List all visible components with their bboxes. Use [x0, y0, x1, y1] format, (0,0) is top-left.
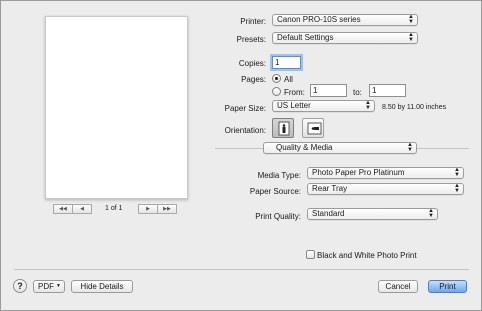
first-page-button[interactable]: ◀◀ — [53, 204, 73, 214]
print-quality-label: Print Quality: — [255, 212, 301, 221]
printer-label: Printer: — [240, 17, 266, 26]
copies-field[interactable]: 1 — [272, 56, 301, 69]
bw-photo-label: Black and White Photo Print — [317, 251, 417, 260]
previous-page-icon: ◀ — [80, 206, 84, 212]
popup-arrows-icon: ▲ ▼ — [408, 14, 414, 25]
popup-arrows-icon: ▲ ▼ — [428, 208, 434, 219]
page-indicator: 1 of 1 — [105, 205, 123, 212]
print-dialog: ◀◀ ◀ 1 of 1 ▶ ▶▶ Printer: Canon PRO-10S … — [0, 0, 482, 311]
popup-arrows-icon: ▲ ▼ — [408, 32, 414, 43]
next-page-button[interactable]: ▶ — [138, 204, 158, 214]
popup-arrows-icon: ▲ ▼ — [454, 167, 460, 178]
landscape-orientation-button[interactable] — [302, 118, 324, 138]
bw-photo-checkbox[interactable] — [306, 250, 315, 259]
media-type-label: Media Type: — [257, 171, 301, 180]
pages-from-label: From: — [284, 88, 305, 97]
print-quality-value: Standard — [312, 209, 345, 218]
popup-arrows-icon: ▲ ▼ — [365, 100, 371, 111]
pages-to-label: to: — [353, 88, 362, 97]
orientation-label: Orientation: — [224, 126, 266, 135]
presets-label: Presets: — [236, 35, 266, 44]
paper-source-value: Rear Tray — [312, 184, 348, 193]
panel-menu-popup[interactable]: Quality & Media ▲ ▼ — [263, 142, 417, 154]
paper-size-value: US Letter — [277, 101, 311, 110]
dropdown-arrow-icon: ▼ — [56, 283, 61, 289]
previous-page-button[interactable]: ◀ — [72, 204, 92, 214]
pdf-menu-button[interactable]: PDF ▼ — [33, 280, 65, 293]
pages-label: Pages: — [241, 75, 266, 84]
paper-source-label: Paper Source: — [249, 187, 301, 196]
portrait-orientation-button[interactable] — [272, 118, 294, 138]
landscape-icon — [307, 122, 322, 135]
copies-label: Copies: — [238, 59, 266, 68]
print-quality-popup[interactable]: Standard ▲ ▼ — [307, 208, 438, 220]
cancel-button[interactable]: Cancel — [378, 280, 418, 293]
last-page-icon: ▶▶ — [163, 206, 171, 212]
printer-popup[interactable]: Canon PRO-10S series ▲ ▼ — [272, 14, 418, 26]
paper-source-popup[interactable]: Rear Tray ▲ ▼ — [307, 183, 464, 195]
print-button[interactable]: Print — [428, 280, 467, 293]
pages-from-field[interactable]: 1 — [310, 84, 347, 97]
last-page-button[interactable]: ▶▶ — [157, 204, 177, 214]
page-preview — [45, 16, 188, 199]
popup-arrows-icon: ▲ ▼ — [454, 183, 460, 194]
pages-all-radio[interactable] — [272, 74, 281, 83]
paper-dimensions: 8.50 by 11.00 inches — [382, 104, 447, 111]
pdf-label: PDF — [38, 282, 54, 291]
pages-all-label: All — [284, 75, 293, 84]
pages-range-radio[interactable] — [272, 87, 281, 96]
hide-details-button[interactable]: Hide Details — [71, 280, 133, 293]
popup-arrows-icon: ▲ ▼ — [407, 142, 413, 153]
presets-popup[interactable]: Default Settings ▲ ▼ — [272, 32, 418, 44]
first-page-icon: ◀◀ — [59, 206, 67, 212]
printer-value: Canon PRO-10S series — [277, 15, 361, 24]
footer-separator — [14, 269, 469, 270]
panel-menu-value: Quality & Media — [276, 143, 333, 152]
media-type-value: Photo Paper Pro Platinum — [312, 168, 405, 177]
media-type-popup[interactable]: Photo Paper Pro Platinum ▲ ▼ — [307, 167, 464, 179]
presets-value: Default Settings — [277, 33, 334, 42]
paper-size-label: Paper Size: — [224, 104, 266, 113]
next-page-icon: ▶ — [146, 206, 150, 212]
portrait-icon — [278, 121, 290, 136]
pages-to-field[interactable]: 1 — [369, 84, 406, 97]
help-button[interactable]: ? — [13, 279, 27, 293]
paper-size-popup[interactable]: US Letter ▲ ▼ — [272, 100, 375, 112]
